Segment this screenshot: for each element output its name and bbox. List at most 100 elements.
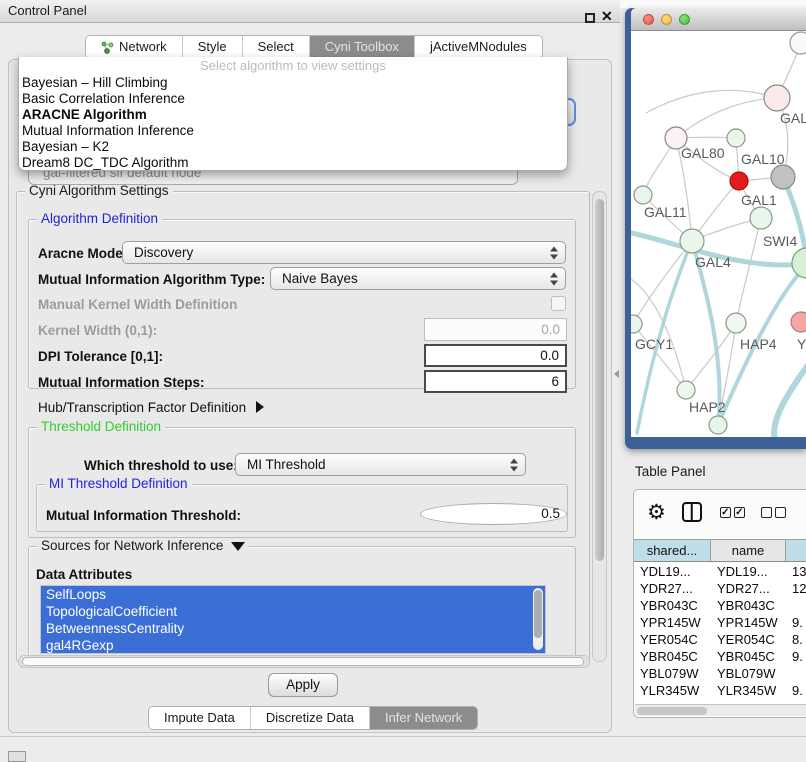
algorithm-option[interactable]: Mutual Information Inference: [19, 123, 567, 139]
tab-style[interactable]: Style: [182, 36, 242, 58]
dpi-tolerance-field[interactable]: 0.0: [424, 344, 567, 367]
zoom-traffic-light-icon[interactable]: [679, 14, 690, 25]
kernel-width-field[interactable]: 0.0: [424, 318, 567, 341]
split-columns-icon[interactable]: [682, 502, 702, 522]
tab-impute-data[interactable]: Impute Data: [149, 707, 250, 729]
network-node-gal11[interactable]: [634, 186, 652, 204]
algorithm-option[interactable]: Bayesian – Hill Climbing: [19, 75, 567, 91]
aracne-mode-combo[interactable]: Discovery: [122, 241, 566, 264]
network-node-swi4[interactable]: [750, 207, 772, 229]
mi-steps-field[interactable]: 6: [424, 370, 567, 393]
table-row[interactable]: YDR27...YDR27...12: [634, 580, 806, 597]
settings-horizontal-scrollbar[interactable]: [18, 655, 590, 668]
node-label: GAL: [780, 110, 806, 126]
cell: [786, 597, 806, 614]
tab-discretize-data[interactable]: Discretize Data: [250, 707, 369, 729]
mi-type-combo[interactable]: Naive Bayes: [270, 267, 566, 290]
tab-infer-network[interactable]: Infer Network: [369, 707, 477, 729]
cell: YBR045C: [711, 648, 786, 665]
manual-kernel-label: Manual Kernel Width Definition: [38, 297, 237, 312]
column-header-shared[interactable]: shared...: [634, 540, 711, 561]
cell: YLR345W: [634, 682, 711, 699]
network-node[interactable]: [790, 32, 806, 54]
algorithm-option[interactable]: Dream8 DC_TDC Algorithm: [19, 155, 567, 171]
node-label: GAL80: [681, 145, 725, 161]
which-threshold-combo[interactable]: MI Threshold: [235, 453, 526, 476]
table-horizontal-scrollbar[interactable]: [635, 704, 806, 716]
bottom-left-button[interactable]: [8, 751, 26, 762]
settings-horizontal-scrollbar-thumb[interactable]: [22, 657, 584, 666]
data-attributes-list[interactable]: SelfLoops TopologicalCoefficient Between…: [40, 585, 546, 654]
network-node-hap4[interactable]: [726, 313, 746, 333]
network-window-titlebar[interactable]: [631, 8, 806, 31]
network-node-gal4[interactable]: [680, 229, 704, 253]
hub-definition-toggle[interactable]: Hub/Transcription Factor Definition: [38, 400, 264, 415]
node-label: GCY1: [635, 336, 673, 352]
network-node-hap2[interactable]: [677, 381, 695, 399]
apply-button[interactable]: Apply: [268, 673, 338, 697]
algorithm-option[interactable]: Bayesian – K2: [19, 139, 567, 155]
sources-title[interactable]: Sources for Network Inference: [37, 538, 249, 554]
network-node[interactable]: [709, 416, 727, 434]
network-node-gray[interactable]: [771, 165, 795, 189]
algorithm-option-selected[interactable]: ARACNE Algorithm: [19, 107, 567, 123]
manual-kernel-checkbox[interactable]: [551, 296, 566, 311]
tab-cyni-toolbox[interactable]: Cyni Toolbox: [309, 36, 414, 58]
cell: YDL19...: [711, 563, 786, 580]
float-window-icon[interactable]: [585, 13, 595, 23]
attribute-item[interactable]: TopologicalCoefficient: [41, 603, 545, 620]
table-row[interactable]: YPR145WYPR145W9.: [634, 614, 806, 631]
tab-infer-network-label: Infer Network: [385, 707, 462, 729]
settings-vertical-scrollbar-thumb[interactable]: [595, 199, 604, 561]
split-pane-handle-icon[interactable]: [614, 370, 619, 378]
network-node[interactable]: [792, 248, 806, 278]
cell: YBL079W: [711, 665, 786, 682]
table-row[interactable]: YDL19...YDL19...13: [634, 563, 806, 580]
close-icon[interactable]: ✕: [601, 8, 613, 25]
cell: YDR27...: [634, 580, 711, 597]
minimize-traffic-light-icon[interactable]: [661, 14, 672, 25]
column-header-partial[interactable]: [786, 540, 806, 561]
attribute-item[interactable]: SelfLoops: [41, 586, 545, 603]
combo-stepper-icon: [550, 246, 558, 259]
table-row[interactable]: YBL079WYBL079W: [634, 665, 806, 682]
network-node-gal10[interactable]: [727, 129, 745, 147]
table-row[interactable]: YER054CYER054C8.: [634, 631, 806, 648]
attributes-scrollbar[interactable]: [533, 588, 543, 650]
network-node[interactable]: [764, 85, 790, 111]
tab-select[interactable]: Select: [242, 36, 309, 58]
tab-select-label: Select: [258, 36, 294, 58]
table-horizontal-scrollbar-thumb[interactable]: [637, 707, 707, 715]
network-node-pink[interactable]: [791, 312, 806, 332]
table-row[interactable]: YLR345WYLR345W9.: [634, 682, 806, 699]
cell: YDL19...: [634, 563, 711, 580]
node-label: SWI4: [763, 233, 797, 249]
table-row[interactable]: YIL052CYIL052C9.: [634, 699, 806, 703]
tab-jactivemnodules[interactable]: jActiveMNodules: [414, 36, 542, 58]
attributes-scrollbar-thumb[interactable]: [534, 590, 542, 638]
checked-checkbox-icon[interactable]: ✓: [720, 507, 731, 518]
table-row[interactable]: YBR045CYBR045C9.: [634, 648, 806, 665]
which-threshold-value: MI Threshold: [247, 457, 326, 472]
checked-checkbox-icon[interactable]: ✓: [734, 507, 745, 518]
gear-icon[interactable]: ⚙: [647, 502, 666, 523]
attribute-item[interactable]: BetweennessCentrality: [41, 620, 545, 637]
settings-vertical-scrollbar[interactable]: [592, 191, 607, 662]
cell: YER054C: [711, 631, 786, 648]
mi-steps-label: Mutual Information Steps:: [38, 375, 205, 390]
algorithm-option[interactable]: Basic Correlation Inference: [19, 91, 567, 107]
network-node-gcy1[interactable]: [631, 315, 642, 333]
attribute-item[interactable]: gal4RGexp: [41, 637, 545, 654]
column-header-name[interactable]: name: [711, 540, 786, 561]
table-row[interactable]: YBR043CYBR043C: [634, 597, 806, 614]
cell: YBR045C: [634, 648, 711, 665]
network-node-gal1-selected[interactable]: [730, 172, 748, 190]
close-traffic-light-icon[interactable]: [643, 14, 654, 25]
unchecked-checkbox-icon[interactable]: [775, 507, 786, 518]
mi-threshold-field[interactable]: 0.5: [420, 503, 567, 525]
cell: [786, 665, 806, 682]
network-canvas[interactable]: GAL GAL80 GAL10 GAL1 GAL11 SWI4 GAL4 GCY…: [631, 31, 806, 437]
tab-network[interactable]: Network: [86, 36, 182, 58]
unchecked-checkbox-icon[interactable]: [761, 507, 772, 518]
cell: YIL052C: [711, 699, 786, 703]
